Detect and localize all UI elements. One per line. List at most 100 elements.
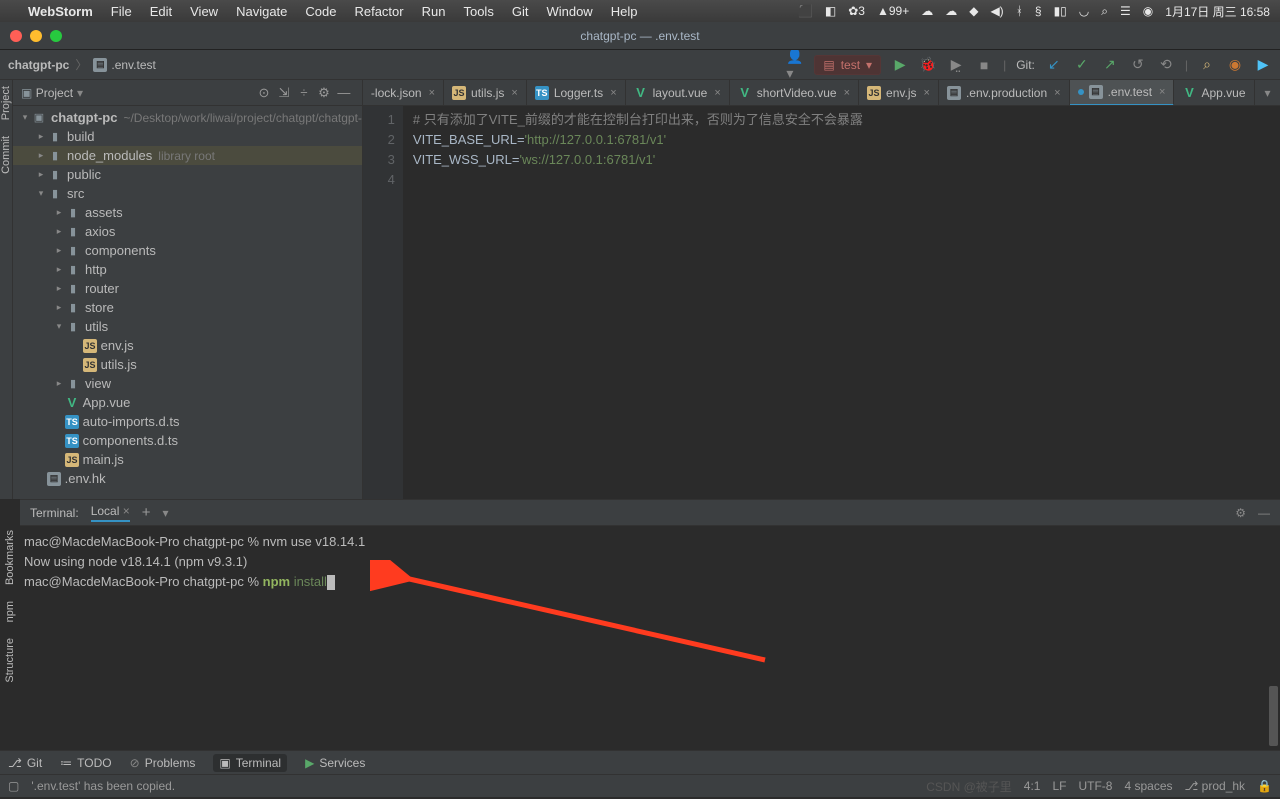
- search-everywhere-button[interactable]: ⌕: [1198, 56, 1216, 74]
- tab-problems[interactable]: ⊘Problems: [130, 756, 196, 770]
- control-center-icon[interactable]: ☰: [1120, 4, 1131, 18]
- tree-folder-axios[interactable]: ▸▮axios: [13, 222, 362, 241]
- tree-folder-src[interactable]: ▾▮src: [13, 184, 362, 203]
- tree-file-appvue[interactable]: V App.vue: [13, 393, 362, 412]
- collapse-all-button[interactable]: ÷: [294, 85, 314, 100]
- minimize-window-button[interactable]: [30, 30, 42, 42]
- expand-all-button[interactable]: ⇲: [274, 85, 294, 101]
- hide-button[interactable]: —: [1258, 506, 1270, 520]
- tool-project-tab[interactable]: Project: [0, 86, 12, 120]
- settings-icon[interactable]: ⚙: [314, 85, 334, 101]
- tray-icon[interactable]: ⬛: [798, 4, 813, 18]
- menu-navigate[interactable]: Navigate: [236, 4, 287, 19]
- tree-folder-components[interactable]: ▸▮components: [13, 241, 362, 260]
- user-icon[interactable]: 👤▾: [786, 56, 804, 74]
- editor-tab-active[interactable]: ▤.env.test×: [1070, 80, 1175, 106]
- terminal-body[interactable]: mac@MacdeMacBook-Pro chatgpt-pc % nvm us…: [20, 526, 1280, 750]
- status-caret-pos[interactable]: 4:1: [1024, 779, 1041, 793]
- close-icon[interactable]: ×: [1054, 87, 1060, 99]
- wechat-icon[interactable]: ☁: [945, 4, 957, 18]
- editor-tab[interactable]: -lock.json×: [363, 80, 444, 106]
- menu-run[interactable]: Run: [422, 4, 446, 19]
- git-rollback-button[interactable]: ⟲: [1157, 56, 1175, 74]
- battery-icon[interactable]: ▮▯: [1054, 4, 1067, 18]
- tree-folder-view[interactable]: ▸▮view: [13, 374, 362, 393]
- menu-file[interactable]: File: [111, 4, 132, 19]
- run-with-coverage-button[interactable]: ▶̤: [947, 56, 965, 74]
- tool-npm-tab[interactable]: npm: [4, 601, 16, 622]
- editor-tab[interactable]: TSLogger.ts×: [527, 80, 626, 106]
- status-line-sep[interactable]: LF: [1052, 779, 1066, 793]
- close-icon[interactable]: ×: [1159, 86, 1165, 98]
- status-indent[interactable]: 4 spaces: [1124, 779, 1172, 793]
- tree-folder-build[interactable]: ▸▮build: [13, 127, 362, 146]
- volume-icon[interactable]: ◀): [990, 4, 1003, 18]
- ide-settings-button[interactable]: ◉: [1226, 56, 1244, 74]
- settings-icon[interactable]: ⚙: [1235, 506, 1246, 520]
- tree-root[interactable]: ▾▣chatgpt-pc~/Desktop/work/liwai/project…: [13, 108, 362, 127]
- status-branch[interactable]: ⎇ prod_hk: [1185, 779, 1246, 793]
- tray-icon[interactable]: ◧: [825, 4, 836, 18]
- tool-commit-tab[interactable]: Commit: [0, 136, 12, 174]
- git-update-button[interactable]: ↙: [1045, 56, 1063, 74]
- breadcrumb-root[interactable]: chatgpt-pc: [8, 58, 69, 72]
- git-commit-button[interactable]: ✓: [1073, 56, 1091, 74]
- close-icon[interactable]: ×: [610, 87, 616, 99]
- stop-button[interactable]: ■: [975, 56, 993, 74]
- run-config-selector[interactable]: ▤ test ▾: [814, 55, 881, 75]
- tab-terminal[interactable]: ▣Terminal: [213, 754, 287, 772]
- tray-icon[interactable]: ◆: [969, 4, 978, 18]
- close-icon[interactable]: ×: [123, 504, 130, 518]
- code-with-me-button[interactable]: ▶: [1254, 56, 1272, 74]
- new-terminal-button[interactable]: +: [142, 504, 151, 521]
- app-name[interactable]: WebStorm: [28, 4, 93, 19]
- menu-git[interactable]: Git: [512, 4, 529, 19]
- lock-icon[interactable]: 🔒: [1257, 779, 1272, 793]
- project-title[interactable]: Project: [36, 86, 73, 100]
- wechat-icon[interactable]: ☁: [921, 4, 933, 18]
- tree-file-envjs[interactable]: JS env.js: [13, 336, 362, 355]
- close-icon[interactable]: ×: [429, 87, 435, 99]
- menu-tools[interactable]: Tools: [463, 4, 493, 19]
- tree-file-utilsjs[interactable]: JS utils.js: [13, 355, 362, 374]
- chevron-down-icon[interactable]: ▾: [163, 506, 169, 520]
- menu-window[interactable]: Window: [546, 4, 592, 19]
- menu-code[interactable]: Code: [305, 4, 336, 19]
- tree-folder-store[interactable]: ▸▮store: [13, 298, 362, 317]
- tree-folder-router[interactable]: ▸▮router: [13, 279, 362, 298]
- editor-tab[interactable]: JSutils.js×: [444, 80, 527, 106]
- tree-folder-http[interactable]: ▸▮http: [13, 260, 362, 279]
- tool-bookmarks-tab[interactable]: Bookmarks: [4, 530, 16, 585]
- close-icon[interactable]: ×: [924, 87, 930, 99]
- tool-structure-tab[interactable]: Structure: [4, 638, 16, 683]
- project-tree[interactable]: ▾▣chatgpt-pc~/Desktop/work/liwai/project…: [13, 106, 362, 499]
- tab-git[interactable]: ⎇Git: [8, 756, 42, 770]
- breadcrumb-file[interactable]: .env.test: [111, 58, 155, 72]
- tree-folder-node-modules[interactable]: ▸▮node_moduleslibrary root: [13, 146, 362, 165]
- git-push-button[interactable]: ↗: [1101, 56, 1119, 74]
- menu-view[interactable]: View: [190, 4, 218, 19]
- tree-file-autoimports[interactable]: TS auto-imports.d.ts: [13, 412, 362, 431]
- status-encoding[interactable]: UTF-8: [1078, 779, 1112, 793]
- wifi-icon[interactable]: ◡: [1079, 4, 1089, 18]
- tree-file-mainjs[interactable]: JS main.js: [13, 450, 362, 469]
- tree-file-envhk[interactable]: ▤ .env.hk: [13, 469, 362, 488]
- hide-button[interactable]: —: [334, 85, 354, 100]
- git-history-button[interactable]: ↺: [1129, 56, 1147, 74]
- maximize-window-button[interactable]: [50, 30, 62, 42]
- tab-services[interactable]: ▶Services: [305, 756, 365, 770]
- tree-file-componentsdts[interactable]: TS components.d.ts: [13, 431, 362, 450]
- editor-tab[interactable]: VshortVideo.vue×: [730, 80, 859, 106]
- select-opened-file-button[interactable]: ⊙: [254, 85, 274, 101]
- close-icon[interactable]: ×: [511, 87, 517, 99]
- close-icon[interactable]: ×: [714, 87, 720, 99]
- tree-folder-utils[interactable]: ▾▮utils: [13, 317, 362, 336]
- bluetooth-icon[interactable]: ᚼ: [1016, 4, 1023, 18]
- close-icon[interactable]: ×: [844, 87, 850, 99]
- editor-tab[interactable]: ▤.env.production×: [939, 80, 1070, 106]
- code-editor[interactable]: 1234 # 只有添加了VITE_前缀的才能在控制台打印出来，否则为了信息安全不…: [363, 106, 1280, 499]
- menu-refactor[interactable]: Refactor: [354, 4, 403, 19]
- tray-date[interactable]: 1月17日 周三 16:58: [1165, 3, 1270, 20]
- chevron-down-icon[interactable]: ▾: [77, 86, 83, 100]
- close-window-button[interactable]: [10, 30, 22, 42]
